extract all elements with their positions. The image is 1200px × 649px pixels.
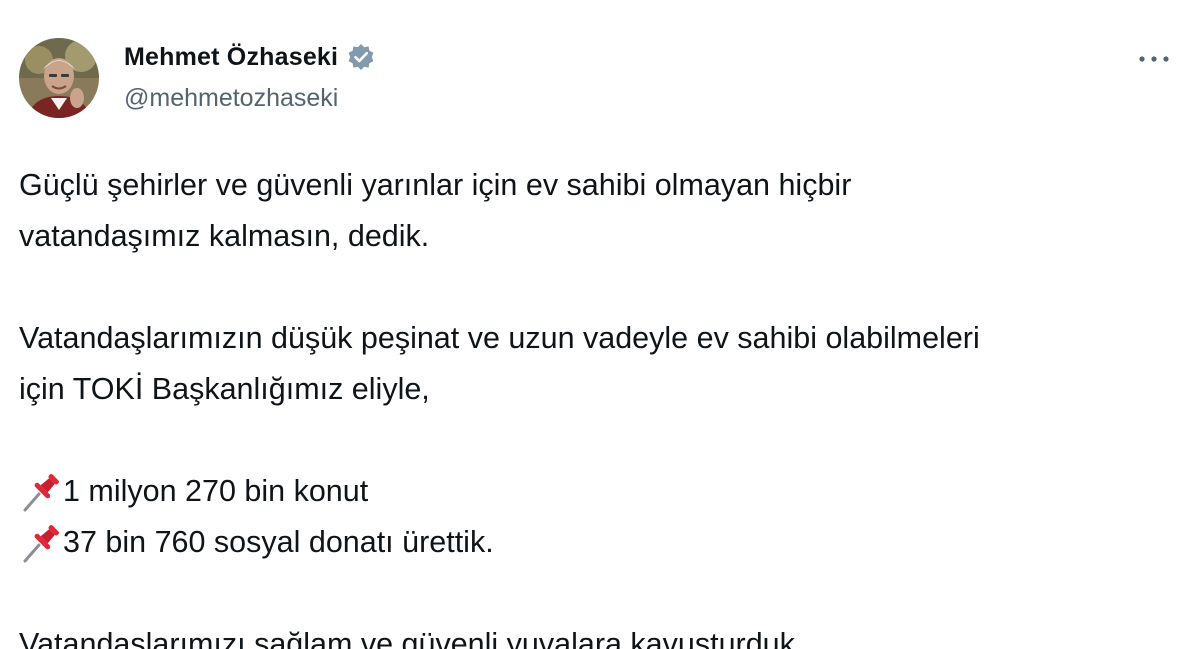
pushpin-icon <box>19 521 63 565</box>
tweet-paragraph-line: vatandaşımız kalmasın, dedik. <box>19 219 430 253</box>
tweet-card: Mehmet Özhaseki @mehmetozhaseki Güçlü şe… <box>0 0 1200 649</box>
author-handle[interactable]: @mehmetozhaseki <box>124 84 338 113</box>
tweet-text: Güçlü şehirler ve güvenli yarınlar için … <box>19 160 1179 649</box>
tweet-paragraph-line: Güçlü şehirler ve güvenli yarınlar için … <box>19 168 852 202</box>
pushpin-icon <box>19 470 63 514</box>
more-options-icon[interactable] <box>1134 44 1174 74</box>
list-item-text: 1 milyon 270 bin konut <box>63 474 369 508</box>
verified-badge-icon[interactable] <box>346 42 376 72</box>
profile-photo <box>19 38 99 118</box>
tweet-paragraph-line: Vatandaşlarımızı sağlam ve güvenli yuval… <box>19 627 804 649</box>
tweet-paragraph-line: için TOKİ Başkanlığımız eliyle, <box>19 372 430 406</box>
author-name-row: Mehmet Özhaseki <box>124 42 376 72</box>
list-item-text: 37 bin 760 sosyal donatı ürettik. <box>63 525 494 559</box>
tweet-paragraph-line: Vatandaşlarımızın düşük peşinat ve uzun … <box>19 321 980 355</box>
list-item: 37 bin 760 sosyal donatı ürettik. <box>19 517 1179 568</box>
list-item: 1 milyon 270 bin konut <box>19 466 1179 517</box>
author-display-name[interactable]: Mehmet Özhaseki <box>124 43 338 72</box>
avatar[interactable] <box>19 38 99 118</box>
